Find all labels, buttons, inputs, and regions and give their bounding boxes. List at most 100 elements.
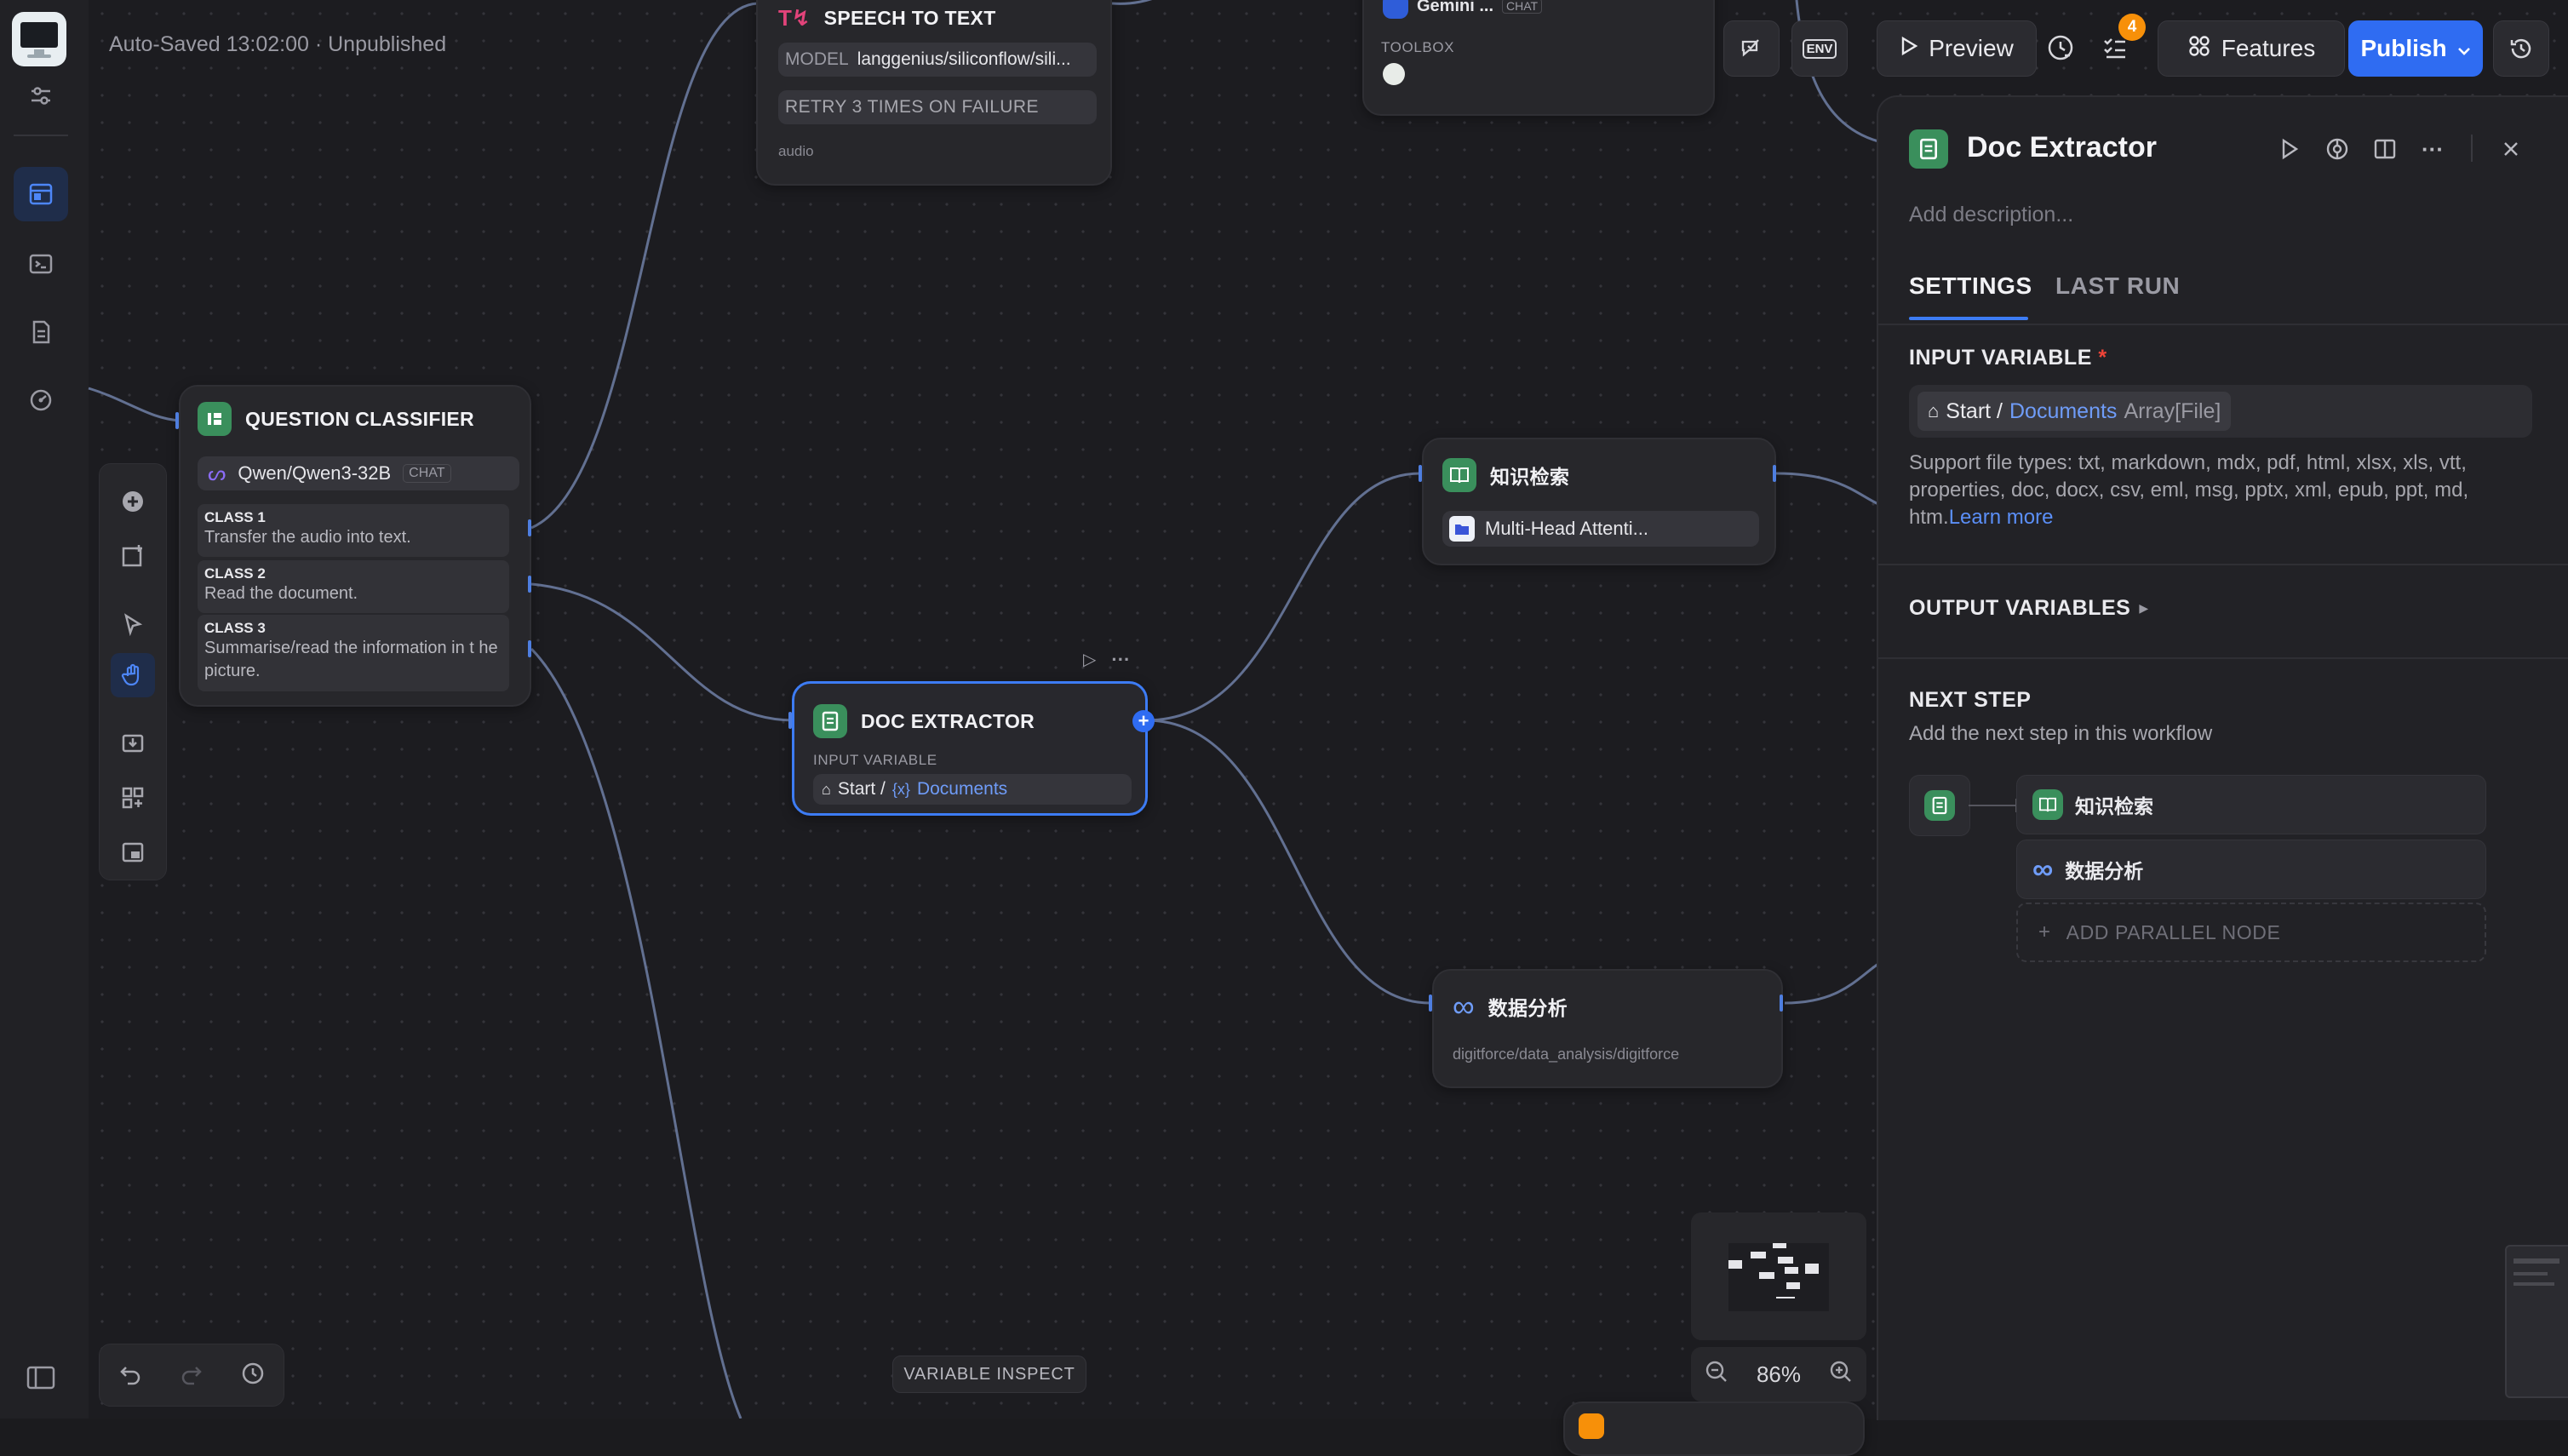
edge-class1-stt xyxy=(530,2,759,530)
input-variable-selector[interactable]: ⌂ Start / Documents Array[File] xyxy=(1909,385,2532,438)
env-button[interactable]: ENV xyxy=(1791,20,1848,77)
class-name: CLASS 3 xyxy=(204,620,266,636)
thumb-line xyxy=(2514,1282,2554,1286)
version-history-icon[interactable] xyxy=(240,1361,266,1390)
tabs-divider xyxy=(1878,324,2568,325)
zoom-out-icon[interactable] xyxy=(1705,1360,1728,1390)
preview-thumbnail[interactable] xyxy=(2505,1245,2568,1398)
speech-to-text-icon: T↯ xyxy=(778,5,811,31)
add-node-icon[interactable] xyxy=(111,479,155,524)
hand-icon[interactable] xyxy=(111,653,155,697)
close-icon[interactable] xyxy=(2496,135,2525,163)
versions-history-button[interactable] xyxy=(2493,20,2549,77)
input-handle[interactable] xyxy=(175,412,179,429)
partial-node[interactable] xyxy=(1563,1402,1865,1456)
dataset-name: Multi-Head Attenti... xyxy=(1485,518,1648,539)
zoom-controls: 86% xyxy=(1691,1347,1866,1402)
classifier-icon xyxy=(198,402,232,436)
preview-button[interactable]: Preview xyxy=(1877,20,2037,77)
tab-last-run[interactable]: LAST RUN xyxy=(2055,272,2180,300)
output-variables-toggle[interactable]: OUTPUT VARIABLES ▶ xyxy=(1909,596,2149,621)
var-source: Start / xyxy=(1946,398,2003,423)
zoom-in-icon[interactable] xyxy=(1829,1360,1853,1390)
add-parallel-node-button[interactable]: + ADD PARALLEL NODE xyxy=(2016,903,2486,962)
tool-icon xyxy=(1383,63,1405,85)
add-next-node-button[interactable]: + xyxy=(1132,710,1155,732)
speech-to-text-node[interactable]: T↯ SPEECH TO TEXT MODEL langgenius/silic… xyxy=(756,0,1112,186)
autosave-status: Auto-Saved 13:02:00 · Unpublished xyxy=(109,32,447,56)
minimap[interactable] xyxy=(1691,1212,1866,1340)
model-provider-icon: ᔕ xyxy=(208,461,226,485)
variable-chip[interactable]: ⌂ Start / Documents Array[File] xyxy=(1917,392,2232,431)
infinity-icon: ∞ xyxy=(1453,989,1475,1023)
run-history-icon[interactable] xyxy=(2042,29,2079,66)
node-title: Gemini ... xyxy=(1417,0,1494,15)
chat-tag: CHAT xyxy=(1502,0,1543,14)
publish-button[interactable]: Publish xyxy=(2348,20,2483,77)
model-selector[interactable]: ᔕ Qwen/Qwen3-32B CHAT xyxy=(198,456,519,490)
preview-label: Preview xyxy=(1929,35,2014,61)
section-divider xyxy=(1878,564,2568,565)
variable-inspect-button[interactable]: VARIABLE INSPECT xyxy=(892,1356,1086,1393)
features-button[interactable]: Features xyxy=(2158,20,2345,77)
output-handle[interactable] xyxy=(1780,995,1783,1012)
redo-icon[interactable] xyxy=(179,1361,204,1390)
var-prefix: {x} xyxy=(891,780,910,798)
description-input[interactable]: Add description... xyxy=(1909,203,2073,227)
next-node-data-analysis[interactable]: ∞ 数据分析 xyxy=(2016,840,2486,899)
input-variable-chip: ⌂ Start / {x} Documents xyxy=(813,774,1132,805)
class-item-2[interactable]: CLASS 2 Read the document. xyxy=(198,560,509,613)
panel-title[interactable]: Doc Extractor xyxy=(1967,131,2157,164)
next-node-label: 数据分析 xyxy=(2065,860,2144,882)
doc-extractor-node[interactable]: DOC EXTRACTOR INPUT VARIABLE ⌂ Start / {… xyxy=(792,681,1148,816)
more-options-icon[interactable]: ··· xyxy=(2418,135,2447,163)
class-item-3[interactable]: CLASS 3 Summarise/read the information i… xyxy=(198,615,509,691)
input-variable-section: INPUT VARIABLE * xyxy=(1909,346,2107,370)
features-label: Features xyxy=(2221,35,2316,61)
doc-extractor-icon xyxy=(1924,790,1955,821)
run-node-icon[interactable]: ▷ xyxy=(1083,649,1096,671)
help-icon[interactable] xyxy=(2323,135,2352,163)
undo-icon[interactable] xyxy=(118,1361,143,1390)
run-step-icon[interactable] xyxy=(2275,135,2304,163)
data-analysis-node[interactable]: ∞ 数据分析 digitforce/data_analysis/digitfor… xyxy=(1432,969,1783,1088)
history-controls xyxy=(99,1344,284,1407)
add-note-icon[interactable] xyxy=(111,534,155,578)
tab-settings[interactable]: SETTINGS xyxy=(1909,272,2032,300)
home-icon: ⌂ xyxy=(822,780,831,798)
class-desc: Summarise/read the information in t he p… xyxy=(204,639,498,680)
input-handle[interactable] xyxy=(1429,995,1432,1012)
current-node-tile xyxy=(1909,775,1970,836)
next-node-knowledge[interactable]: 知识检索 xyxy=(2016,775,2486,834)
class-2-handle[interactable] xyxy=(528,576,531,593)
toolbox-node[interactable]: Gemini ... CHAT TOOLBOX xyxy=(1362,0,1715,116)
class-item-1[interactable]: CLASS 1 Transfer the audio into text. xyxy=(198,504,509,557)
check-icon-button[interactable] xyxy=(1723,20,1780,77)
export-image-icon[interactable] xyxy=(111,721,155,765)
pointer-icon[interactable] xyxy=(111,602,155,646)
learn-more-link[interactable]: Learn more xyxy=(1949,506,2054,529)
class-1-handle[interactable] xyxy=(528,519,531,536)
output-var: audio xyxy=(778,143,814,159)
zoom-level[interactable]: 86% xyxy=(1757,1361,1801,1388)
organize-blocks-icon[interactable] xyxy=(111,776,155,820)
header-divider xyxy=(2471,135,2473,162)
chevron-down-icon xyxy=(2457,35,2471,62)
input-handle[interactable] xyxy=(1419,465,1422,482)
question-classifier-node[interactable]: QUESTION CLASSIFIER ᔕ Qwen/Qwen3-32B CHA… xyxy=(179,385,531,707)
more-icon[interactable]: ··· xyxy=(1111,649,1130,671)
section-title: OUTPUT VARIABLES xyxy=(1909,596,2131,620)
section-title: INPUT VARIABLE xyxy=(1909,346,2092,370)
thumb-line xyxy=(2514,1272,2548,1275)
canvas-toolbar xyxy=(99,463,167,880)
minimap-toggle-icon[interactable] xyxy=(111,830,155,874)
output-handle[interactable] xyxy=(1773,465,1776,482)
class-3-handle[interactable] xyxy=(528,640,531,657)
knowledge-retrieval-node[interactable]: 知识检索 Multi-Head Attenti... xyxy=(1422,438,1776,565)
next-step-desc: Add the next step in this workflow xyxy=(1909,722,2213,745)
edge-class3-down xyxy=(530,647,742,1419)
node-hover-actions: ▷ ··· xyxy=(1083,649,1130,671)
plus-icon: + xyxy=(2038,920,2051,943)
input-handle[interactable] xyxy=(788,712,792,729)
split-view-icon[interactable] xyxy=(2370,135,2399,163)
